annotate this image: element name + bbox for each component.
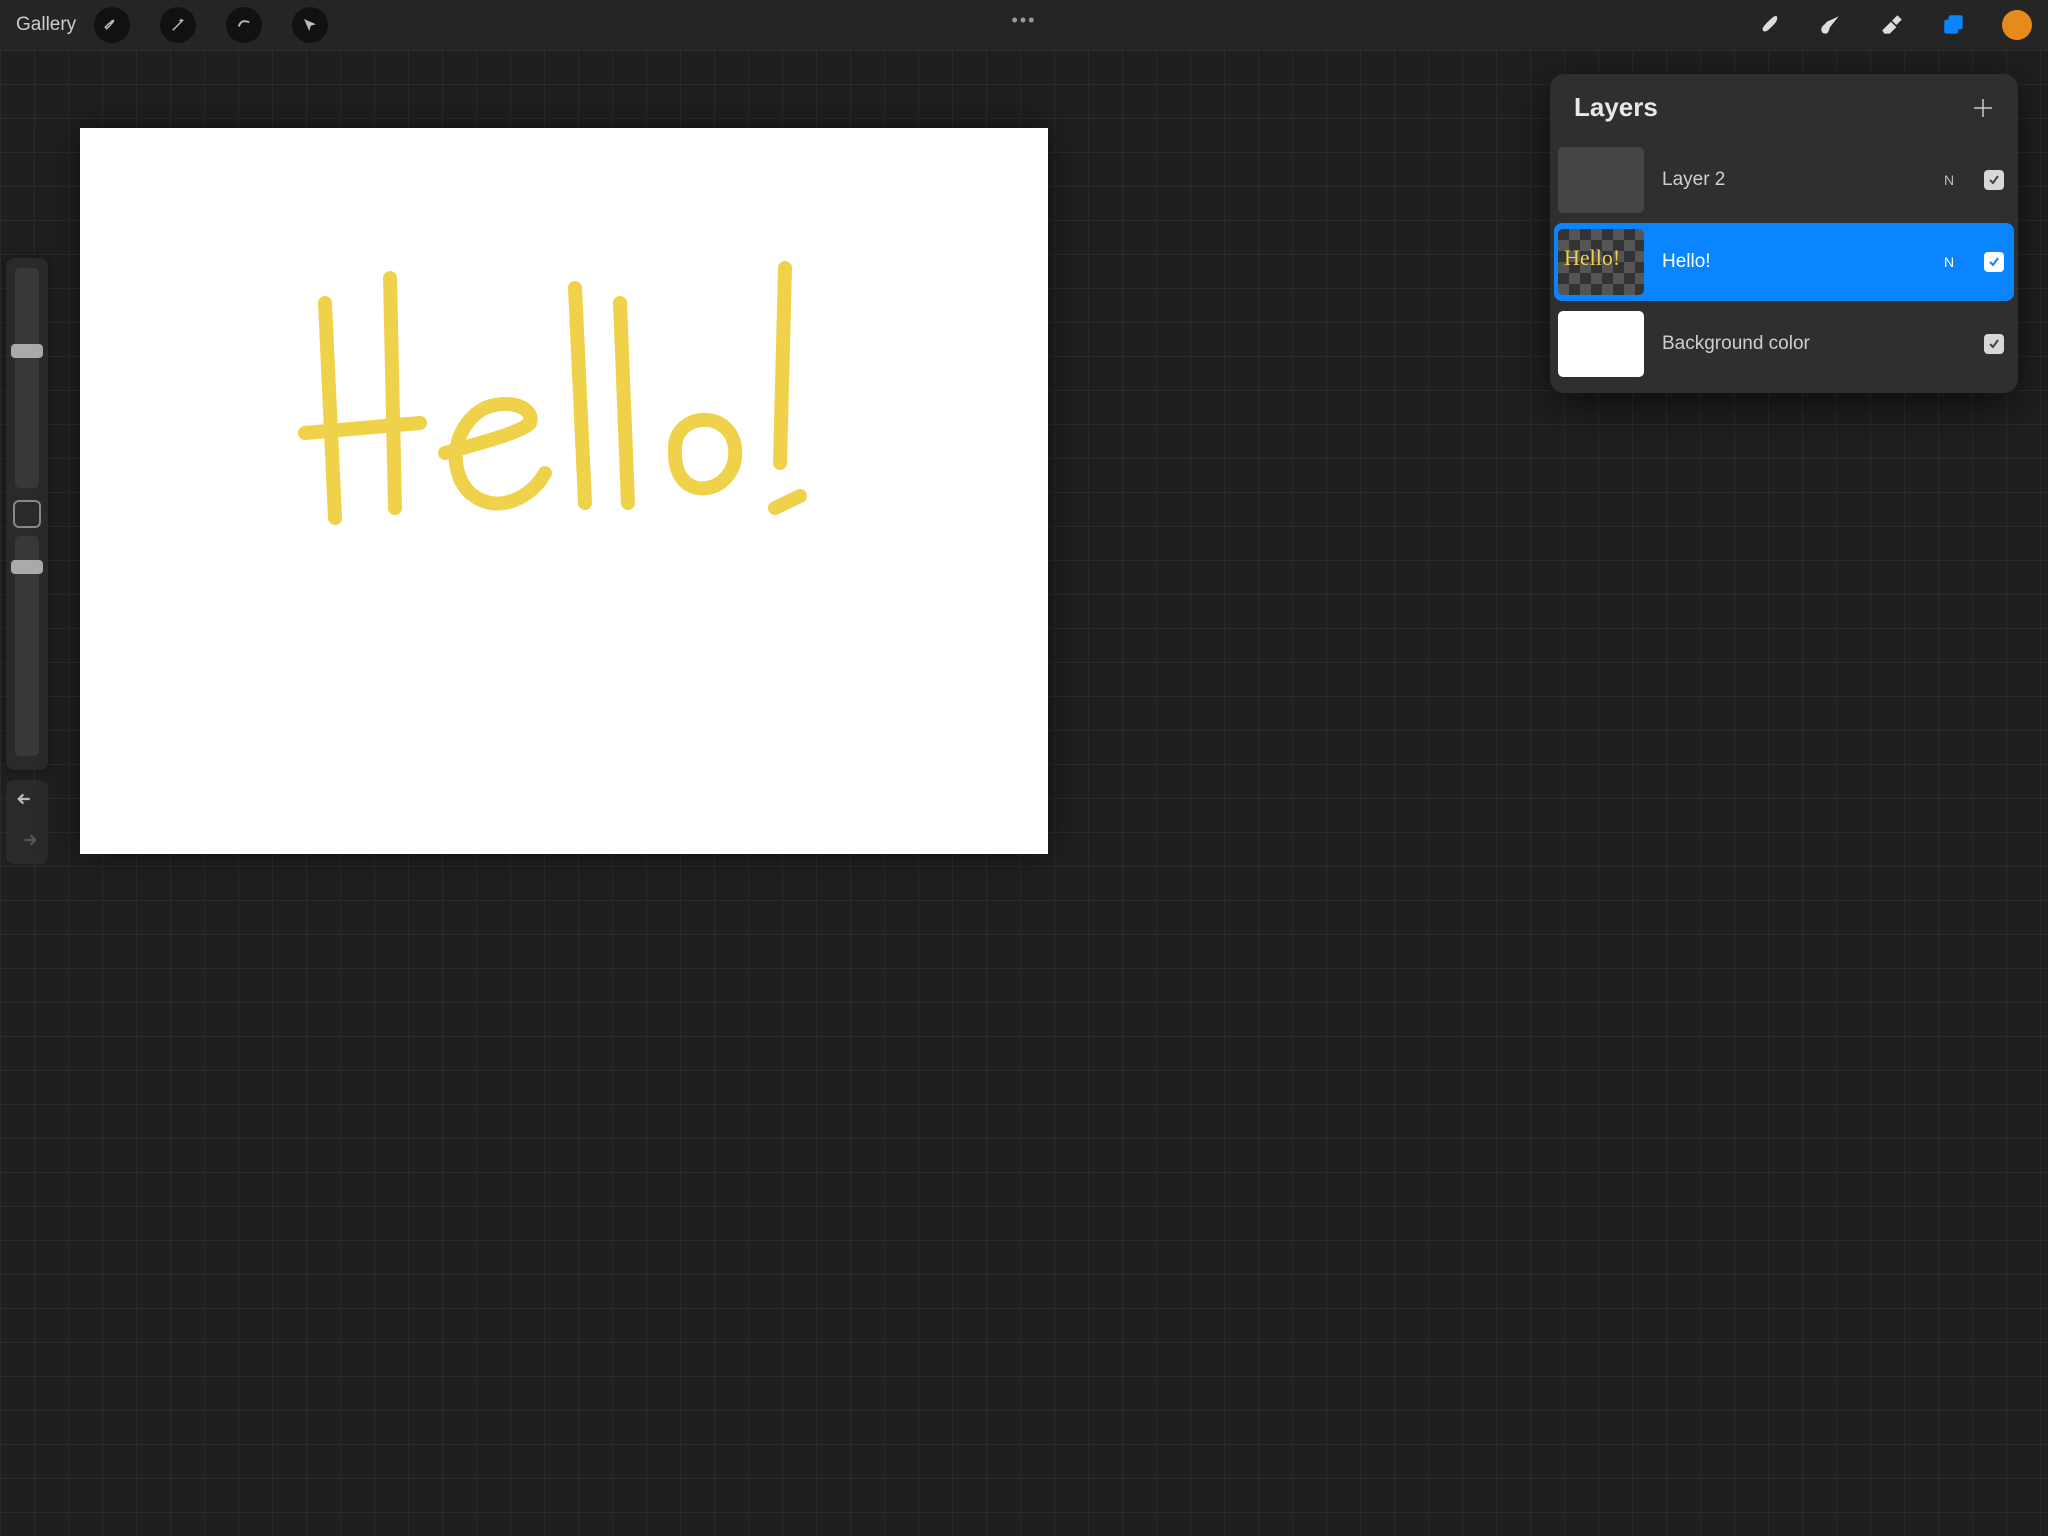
selection-icon [235, 16, 253, 34]
layer-name-label: Hello! [1662, 251, 1924, 273]
canvas-drawing [220, 248, 840, 548]
layer-visibility-checkbox[interactable] [1984, 252, 2004, 272]
layer-name-label: Background color [1662, 333, 1924, 355]
undo-icon [16, 790, 38, 808]
plus-icon [1971, 96, 1995, 120]
layers-button[interactable] [1940, 11, 1968, 39]
cursor-icon [301, 16, 319, 34]
modify-button[interactable] [13, 500, 41, 528]
brush-size-thumb[interactable] [11, 344, 43, 358]
layers-panel-header: Layers [1550, 74, 2018, 137]
layer-name-label: Layer 2 [1662, 169, 1924, 191]
blend-mode-indicator[interactable]: N [1942, 254, 1956, 270]
check-icon [1988, 256, 2000, 268]
brush-icon [1755, 12, 1781, 38]
adjustments-button[interactable] [160, 7, 196, 43]
layer-row[interactable]: Layer 2 N [1554, 141, 2014, 219]
color-picker-button[interactable] [2002, 10, 2032, 40]
layer-visibility-checkbox[interactable] [1984, 334, 2004, 354]
wrench-icon [103, 16, 121, 34]
redo-button[interactable] [16, 831, 38, 854]
thumbnail-preview-text: Hello! [1564, 245, 1620, 271]
layer-visibility-checkbox[interactable] [1984, 170, 2004, 190]
undo-button[interactable] [16, 790, 38, 813]
layer-thumbnail: Hello! [1558, 229, 1644, 295]
check-icon [1988, 338, 2000, 350]
layer-row[interactable]: Hello! Hello! N [1554, 223, 2014, 301]
smudge-icon [1817, 12, 1843, 38]
layer-thumbnail [1558, 311, 1644, 377]
top-toolbar: Gallery ••• [0, 0, 2048, 50]
brush-opacity-slider[interactable] [15, 536, 39, 756]
canvas[interactable] [80, 128, 1048, 854]
blend-mode-indicator[interactable]: N [1942, 172, 1956, 188]
layers-icon [1941, 12, 1967, 38]
layer-row[interactable]: Background color [1554, 305, 2014, 383]
layers-panel-title: Layers [1574, 92, 1658, 123]
brush-opacity-thumb[interactable] [11, 560, 43, 574]
actions-button[interactable] [94, 7, 130, 43]
smudge-tool-button[interactable] [1816, 11, 1844, 39]
right-tools [1754, 0, 2032, 50]
wand-icon [169, 16, 187, 34]
undo-redo-bar [6, 780, 48, 864]
brush-size-slider[interactable] [15, 268, 39, 488]
brush-tool-button[interactable] [1754, 11, 1782, 39]
selection-button[interactable] [226, 7, 262, 43]
layer-thumbnail [1558, 147, 1644, 213]
redo-icon [16, 831, 38, 849]
eraser-icon [1879, 12, 1905, 38]
gallery-button[interactable]: Gallery [16, 14, 76, 36]
eraser-tool-button[interactable] [1878, 11, 1906, 39]
transform-button[interactable] [292, 7, 328, 43]
layers-panel: Layers Layer 2 N Hello! Hello! N Backgro… [1550, 74, 2018, 393]
add-layer-button[interactable] [1970, 95, 1996, 121]
left-sidebar [6, 258, 48, 770]
more-menu-button[interactable]: ••• [1012, 10, 1037, 31]
check-icon [1988, 174, 2000, 186]
